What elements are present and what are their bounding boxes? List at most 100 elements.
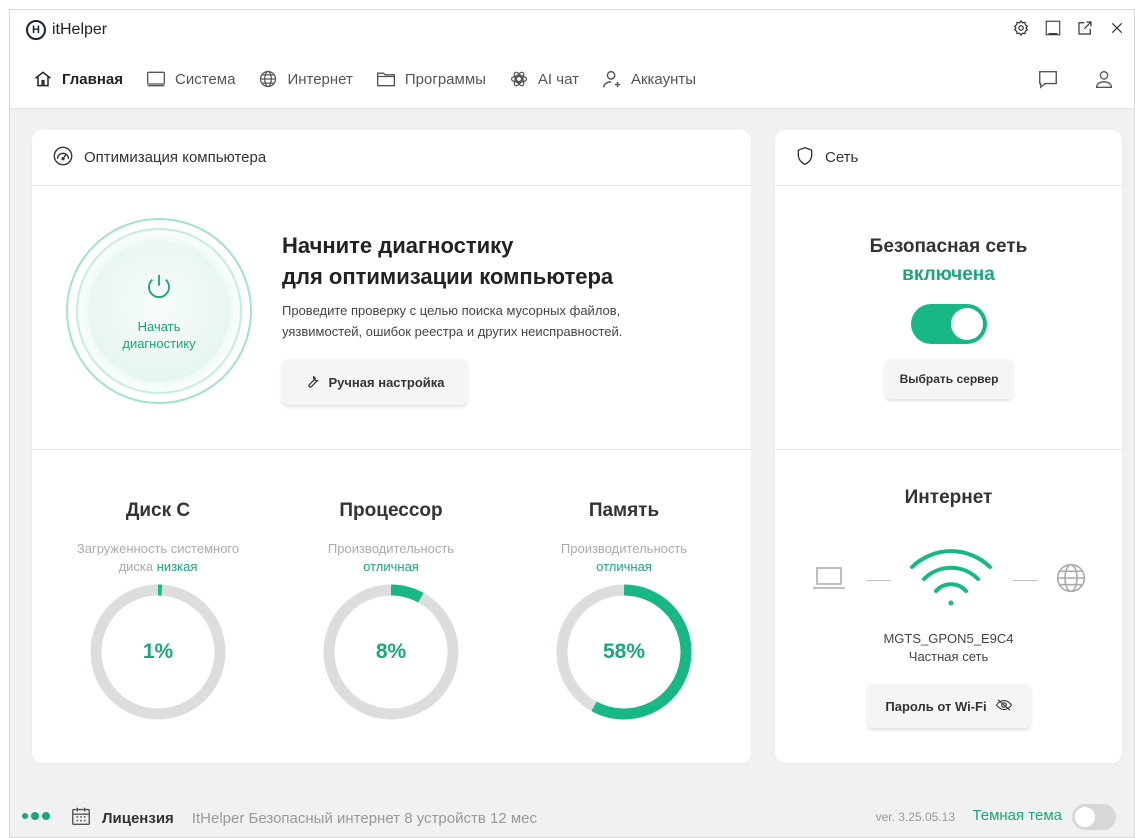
memory-usage-ring: 58% (554, 582, 694, 722)
stat-subtitle-line: Производительность (327, 541, 455, 556)
stat-subtitle-line: Производительность (560, 541, 688, 556)
nav-tab-home[interactable]: Главная (32, 68, 123, 90)
connection-line (865, 579, 890, 581)
start-diagnostics-button[interactable]: Начать диагностику (66, 218, 252, 404)
secure-network-title: Безопасная сеть (869, 236, 1028, 257)
calendar-icon (70, 805, 92, 831)
external-window-icon[interactable] (1076, 19, 1094, 37)
nav-actions (1036, 67, 1116, 91)
license-label: Лицензия (102, 809, 174, 827)
nav-tabs: Главная Система Интернет Программы AI ча… (32, 68, 696, 90)
network-card: Сеть Безопасная сеть включена Выбрать се… (775, 130, 1122, 763)
stat-subtitle-line: отличная (281, 558, 501, 576)
optimization-divider (32, 449, 751, 450)
network-info: MGTS_GPON5_E9C4 Частная сеть (775, 630, 1122, 666)
chat-bubble-icon[interactable] (1036, 67, 1060, 91)
stat-status: отличная (596, 559, 652, 574)
diagnostics-heading: Начните диагностику для оптимизации комп… (282, 230, 702, 292)
title-bar: H itHelper (10, 10, 1134, 50)
diagnostics-description: Проведите проверку с целью поиска мусорн… (282, 300, 682, 342)
wifi-password-label: Пароль от Wi-Fi (885, 698, 987, 714)
user-profile-icon[interactable] (1092, 67, 1116, 91)
home-icon (32, 68, 54, 90)
nav-tab-accounts[interactable]: Аккаунты (601, 68, 696, 90)
manual-settings-label: Ручная настройка (328, 374, 445, 390)
optimization-card-title: Оптимизация компьютера (84, 149, 267, 166)
cpu-usage-ring: 8% (321, 582, 461, 722)
status-bar: Лицензия ItHelper Безопасный интернет 8 … (10, 790, 1134, 838)
nav-tab-internet[interactable]: Интернет (257, 68, 353, 90)
choose-server-button[interactable]: Выбрать сервер (885, 359, 1013, 399)
wrench-icon (304, 373, 320, 392)
network-divider (775, 449, 1122, 450)
nav-tab-label: Аккаунты (630, 70, 697, 88)
toggle-knob (1075, 807, 1095, 827)
network-type: Частная сеть (908, 649, 989, 664)
speedometer-icon (52, 145, 74, 171)
diagnostics-description-line: уязвимостей, ошибок реестра и других неи… (282, 324, 623, 339)
memory-usage-value: 58% (602, 640, 646, 663)
diagnostics-heading-line: Начните диагностику (282, 233, 514, 258)
stat-subtitle-prefix: диска (118, 559, 157, 574)
stat-title: Диск С (125, 500, 191, 521)
secure-network-toggle[interactable] (911, 304, 987, 344)
license-info[interactable]: Лицензия ItHelper Безопасный интернет 8 … (70, 805, 537, 831)
diagnostics-core[interactable]: Начать диагностику (88, 240, 230, 382)
nav-tab-system[interactable]: Система (145, 68, 235, 90)
stat-memory: Память Производительность отличная (514, 500, 734, 576)
diagnostics-heading-line: для оптимизации компьютера (282, 264, 614, 289)
monitor-icon (145, 68, 167, 90)
logo-icon: H (26, 20, 46, 40)
nav-tab-ai-chat[interactable]: AI чат (508, 68, 579, 90)
eye-slash-icon (995, 698, 1013, 715)
cpu-usage-value: 8% (375, 640, 407, 663)
manual-settings-button[interactable]: Ручная настройка (282, 359, 467, 405)
settings-gear-icon[interactable] (1012, 19, 1030, 37)
disk-usage-ring: 1% (88, 582, 228, 722)
nav-tab-programs[interactable]: Программы (375, 68, 486, 90)
stat-status: отличная (363, 559, 419, 574)
start-diagnostics-label: Начать диагностику (122, 318, 196, 351)
secure-network-status: включена (902, 264, 995, 285)
optimization-card: Оптимизация компьютера Начать диагностик… (32, 130, 751, 763)
main-nav: Главная Система Интернет Программы AI ча… (10, 50, 1134, 109)
nav-tab-label: AI чат (537, 70, 579, 88)
add-user-icon (601, 68, 623, 90)
globe-icon (1055, 562, 1087, 599)
ai-chat-icon (508, 68, 530, 90)
laptop-icon (811, 563, 847, 598)
optimization-card-header: Оптимизация компьютера (32, 130, 751, 186)
stat-title: Память (588, 500, 660, 521)
network-card-header: Сеть (775, 130, 1122, 186)
dark-theme-label: Темная тема (972, 807, 1062, 824)
connection-line (1012, 579, 1037, 581)
stat-subtitle: Производительность отличная (514, 540, 734, 576)
stat-subtitle: Загруженность системного диска низкая (48, 540, 268, 576)
dark-theme-toggle[interactable] (1072, 804, 1116, 830)
app-title: itHelper (52, 21, 108, 38)
nav-tab-label: Интернет (287, 70, 353, 88)
stat-subtitle: Производительность отличная (281, 540, 501, 576)
stat-cpu: Процессор Производительность отличная (281, 500, 501, 576)
globe-icon (257, 68, 279, 90)
nav-tab-label: Система (175, 70, 236, 88)
stat-subtitle-line: Загруженность системного (76, 541, 240, 556)
internet-title: Интернет (904, 487, 993, 508)
nav-tab-label: Программы (404, 70, 486, 88)
app-logo: H itHelper (26, 20, 107, 40)
app-window: H itHelper Главная Система Интернет Прог… (9, 9, 1135, 838)
stat-title: Процессор (339, 500, 443, 521)
power-icon (143, 271, 175, 308)
stat-status: низкая (156, 559, 198, 574)
connection-diagram (811, 545, 1087, 615)
wifi-password-button[interactable]: Пароль от Wi-Fi (867, 684, 1031, 728)
network-card-title: Сеть (825, 149, 859, 166)
minimize-icon[interactable] (1044, 19, 1062, 37)
stat-subtitle-line: диска низкая (48, 558, 268, 576)
disk-usage-value: 1% (142, 640, 174, 663)
window-controls (1012, 19, 1126, 37)
toggle-knob (951, 308, 983, 340)
close-icon[interactable] (1108, 19, 1126, 37)
wifi-ssid: MGTS_GPON5_E9C4 (883, 631, 1014, 646)
stat-disk: Диск С Загруженность системного диска ни… (48, 500, 268, 576)
